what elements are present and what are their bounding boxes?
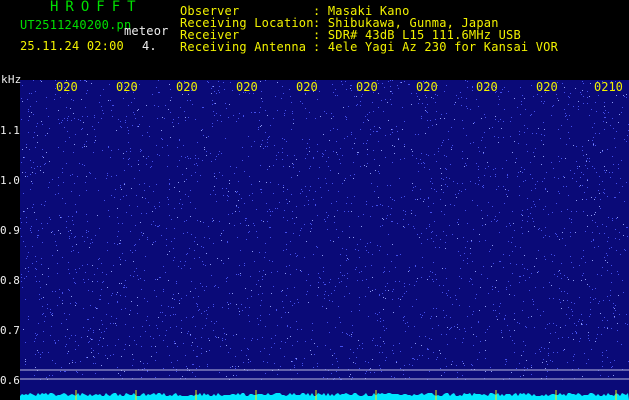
y-tick: 0.9 xyxy=(0,224,20,237)
antenna-value: : 4ele Yagi Az 230 for Kansai VOR xyxy=(313,40,559,54)
antenna-label: Receiving Antenna xyxy=(180,40,307,54)
y-tick: 0.6 xyxy=(0,374,20,387)
meteor-label: meteor xyxy=(124,24,169,38)
hrofft-logo: HROFFT xyxy=(50,0,143,15)
x-tick: 020 xyxy=(356,80,378,94)
y-tick: 0.8 xyxy=(0,274,20,287)
y-tick: 0.7 xyxy=(0,324,20,337)
x-tick: 020 xyxy=(536,80,558,94)
spectrogram-svg xyxy=(20,80,629,400)
y-tick: 1.0 xyxy=(0,174,20,187)
x-tick: 020 xyxy=(56,80,78,94)
spectrogram-background xyxy=(20,80,629,400)
y-axis-unit: kHz xyxy=(1,73,22,86)
x-tick: 020 xyxy=(176,80,198,94)
date-time: 25.11.24 02:00 xyxy=(20,39,124,53)
x-tick: 020 xyxy=(296,80,318,94)
x-tick: 020 xyxy=(416,80,438,94)
x-tick: 0210 xyxy=(594,80,623,94)
y-tick: 1.1 xyxy=(0,124,20,137)
spectrogram xyxy=(20,80,629,400)
meteor-count: 4. xyxy=(142,39,157,53)
x-tick: 020 xyxy=(236,80,258,94)
file-name: UT2511240200.pn xyxy=(20,18,132,32)
x-tick: 020 xyxy=(476,80,498,94)
x-tick: 020 xyxy=(116,80,138,94)
